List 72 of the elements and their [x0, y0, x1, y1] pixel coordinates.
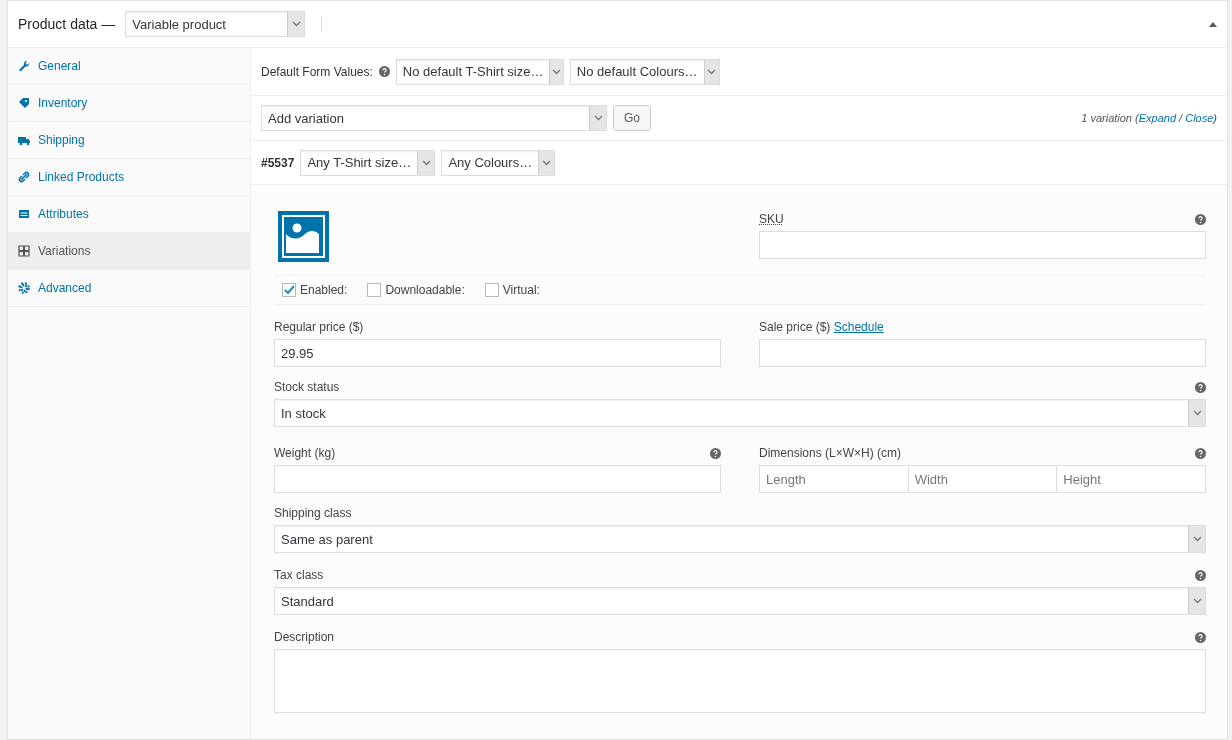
chevron-down-icon [421, 159, 431, 166]
shipping-class-dropdown[interactable]: Same as parent [274, 525, 1206, 553]
field-label: Sale price ($) [759, 320, 831, 334]
tab-icon [18, 282, 30, 294]
chevron-down-icon [593, 115, 603, 121]
image-placeholder-icon[interactable] [278, 211, 329, 262]
attribute-dropdown[interactable]: No default T-Shirt size… [395, 58, 564, 85]
weight-field[interactable] [274, 465, 721, 493]
stock-status-dropdown[interactable]: In stock [274, 399, 1206, 427]
dimension-field[interactable]: Height [1057, 465, 1206, 493]
chevron-down-icon [1192, 536, 1202, 542]
field-label: Dimensions (L×W×H) (cm) [759, 446, 902, 460]
sidebar-tab[interactable]: General [8, 48, 250, 85]
description-field[interactable] [274, 649, 1206, 713]
chevron-down-icon [707, 68, 717, 75]
default-form-label: Default Form Values: [261, 64, 373, 79]
field-label: Shipping class [274, 506, 352, 520]
tab-icon [18, 97, 30, 109]
sku-field[interactable] [759, 231, 1206, 259]
go-button[interactable]: Go [613, 105, 651, 131]
product-type-dropdown[interactable]: Variable product [125, 11, 306, 37]
help-icon[interactable] [1195, 381, 1206, 393]
dimension-field[interactable]: Width [908, 465, 1058, 493]
field-label: Description [274, 630, 335, 644]
tab-icon [18, 171, 30, 183]
sidebar-tab[interactable]: Advanced [8, 270, 250, 307]
tab-icon [18, 245, 30, 257]
checkbox[interactable] [282, 283, 296, 297]
field-label: Stock status [274, 380, 340, 394]
help-icon[interactable] [1195, 447, 1206, 459]
sidebar-tab[interactable]: Linked Products [8, 159, 250, 196]
schedule-link[interactable]: Schedule [833, 320, 884, 334]
field-label: Tax class [274, 568, 324, 582]
regular-price-field[interactable]: 29.95 [274, 339, 721, 367]
tab-icon [18, 134, 30, 146]
variation-id: #5537 [261, 155, 295, 170]
checkbox-label: Enabled: [300, 283, 348, 297]
help-icon[interactable] [1195, 569, 1206, 581]
help-icon[interactable] [1195, 631, 1206, 643]
panel-title: Product data — [18, 16, 116, 32]
add-variation-dropdown[interactable]: Add variation [261, 105, 607, 131]
field-label: Weight (kg) [274, 446, 336, 460]
checkbox[interactable] [484, 283, 499, 297]
attribute-dropdown[interactable]: Any T-Shirt size… [300, 149, 436, 176]
sidebar-tab[interactable]: Inventory [8, 85, 250, 122]
separator: / [1177, 112, 1184, 124]
checkbox-label: Virtual: [502, 283, 540, 297]
attribute-dropdown[interactable]: No default Colours… [569, 58, 720, 85]
checkbox[interactable] [367, 283, 382, 297]
help-icon[interactable] [378, 66, 390, 77]
tax-class-dropdown[interactable]: Standard [274, 587, 1206, 615]
chevron-down-icon [552, 68, 562, 75]
attribute-dropdown[interactable]: Any Colours… [441, 149, 556, 176]
help-icon[interactable] [1195, 213, 1206, 225]
field-label: Regular price ($) [274, 320, 364, 334]
chevron-down-icon [542, 159, 552, 166]
dimension-field[interactable]: Length [759, 465, 909, 493]
tab-icon [18, 208, 30, 220]
variation-count: 1 variation ( [1081, 112, 1139, 124]
tab-icon [18, 60, 30, 72]
expand-close-link[interactable]: Expand [1138, 112, 1177, 124]
checkbox-label: Downloadable: [385, 283, 465, 297]
collapse-icon[interactable] [1209, 21, 1217, 27]
sidebar-tab[interactable]: Variations [8, 233, 250, 270]
chevron-down-icon [291, 21, 301, 27]
chevron-down-icon [1192, 598, 1202, 604]
sale-price-field[interactable] [759, 339, 1206, 367]
sku-label: SKU [759, 212, 784, 226]
chevron-down-icon [1192, 410, 1202, 416]
help-icon[interactable] [710, 447, 721, 459]
sidebar-tab[interactable]: Shipping [8, 122, 250, 159]
closing-paren: ) [1213, 112, 1217, 124]
